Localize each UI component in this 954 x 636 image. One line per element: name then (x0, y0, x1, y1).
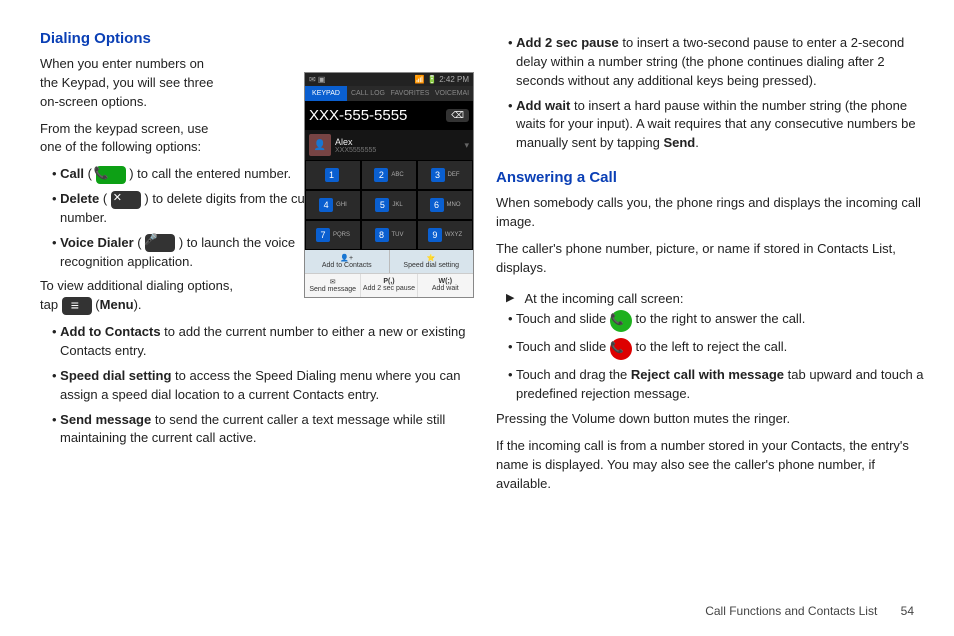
avatar: 👤 (309, 134, 331, 156)
status-bar: ✉ ▣ 📶 🔋 2:42 PM (305, 73, 473, 86)
step-answer: Touch and slide 📞 to the right to answer… (508, 310, 924, 332)
paren: ). (134, 297, 142, 312)
btn-add-contacts[interactable]: 👤+Add to Contacts (305, 250, 390, 273)
caret-icon[interactable]: ▾ (464, 140, 469, 151)
footer-page-number: 54 (901, 604, 914, 618)
backspace-icon[interactable]: ⌫ (446, 109, 469, 122)
text: Touch and slide (516, 339, 610, 354)
key-9[interactable]: 9WXYZ (417, 220, 473, 250)
label-voice-dialer: Voice Dialer (60, 235, 133, 250)
answer-para-4: If the incoming call is from a number st… (496, 437, 924, 494)
answer-para-1: When somebody calls you, the phone rings… (496, 194, 924, 232)
menu-send-message[interactable]: ✉Send message (305, 274, 361, 297)
tab-favorites[interactable]: FAVORITES (389, 86, 431, 101)
contact-suggestion[interactable]: 👤 AlexXXX5555555 ▾ (305, 130, 473, 160)
number-display: XXX-555-5555 ⌫ (305, 101, 473, 130)
label-delete: Delete (60, 191, 99, 206)
btn-speed-dial[interactable]: ⭐Speed dial setting (390, 250, 474, 273)
label: Send message (60, 412, 151, 427)
phone-tabs: KEYPAD CALL LOG FAVORITES VOICEMAI (305, 86, 473, 101)
voice-dialer-icon (145, 234, 175, 252)
key-3[interactable]: 3DEF (417, 160, 473, 190)
answer-call-icon: 📞 (610, 310, 632, 332)
text: At the incoming call screen: (524, 291, 683, 306)
key-2[interactable]: 2ABC (361, 160, 417, 190)
tab-keypad[interactable]: KEYPAD (305, 86, 347, 101)
additional-options-para: To view additional dialing options, tap … (40, 277, 240, 315)
label-menu: Menu (100, 297, 134, 312)
label: Add wait (516, 98, 570, 113)
text: ) to call the entered number. (126, 166, 291, 181)
footer-section: Call Functions and Contacts List (705, 604, 877, 618)
delete-icon (111, 191, 141, 209)
intro-para-1: When you enter numbers on the Keypad, yo… (40, 55, 220, 112)
label-send: Send (663, 135, 695, 150)
label: Add 2 sec pause (516, 35, 619, 50)
option-add-wait: Add wait to insert a hard pause within t… (508, 97, 924, 154)
call-icon (96, 166, 126, 184)
status-left: ✉ ▣ (309, 75, 325, 84)
period: . (695, 135, 699, 150)
menu-add-wait[interactable]: W(;)Add wait (418, 274, 473, 297)
keypad: 12ABC3DEF 4GHI5JKL6MNO 7PQRS8TUV9WXYZ (305, 160, 473, 250)
key-7[interactable]: 7PQRS (305, 220, 361, 250)
tab-voicemail[interactable]: VOICEMAI (431, 86, 473, 101)
option-add-contacts: Add to Contacts to add the current numbe… (52, 323, 468, 361)
menu-icon (62, 297, 92, 315)
contact-name: AlexXXX5555555 (335, 137, 460, 154)
heading-answering-call: Answering a Call (496, 169, 924, 186)
paren: ( (99, 191, 111, 206)
page-footer: Call Functions and Contacts List 54 (705, 604, 914, 618)
step-intro: ▶ At the incoming call screen: (506, 291, 924, 306)
option-speed-dial: Speed dial setting to access the Speed D… (52, 367, 468, 405)
answer-para-2: The caller's phone number, picture, or n… (496, 240, 924, 278)
option-delete: Delete ( ) to delete digits from the cur… (52, 190, 340, 228)
option-send-message: Send message to send the current caller … (52, 411, 468, 449)
label-call: Call (60, 166, 84, 181)
label: Add to Contacts (60, 324, 160, 339)
step-reject-message: Touch and drag the Reject call with mess… (508, 366, 924, 404)
text: to the right to answer the call. (632, 311, 805, 326)
label: Speed dial setting (60, 368, 171, 383)
status-right: 📶 🔋 2:42 PM (415, 75, 469, 84)
text: Touch and slide (516, 311, 610, 326)
dialed-number: XXX-555-5555 (309, 107, 407, 124)
intro-para-2: From the keypad screen, use one of the f… (40, 120, 220, 158)
key-1[interactable]: 1 (305, 160, 361, 190)
text: to insert a hard pause within the number… (516, 98, 916, 151)
key-8[interactable]: 8TUV (361, 220, 417, 250)
text: to the left to reject the call. (632, 339, 787, 354)
key-5[interactable]: 5JKL (361, 190, 417, 220)
answer-para-3: Pressing the Volume down button mutes th… (496, 410, 924, 429)
key-4[interactable]: 4GHI (305, 190, 361, 220)
tab-call-log[interactable]: CALL LOG (347, 86, 389, 101)
paren: ( (92, 297, 100, 312)
phone-screenshot: ✉ ▣ 📶 🔋 2:42 PM KEYPAD CALL LOG FAVORITE… (304, 72, 474, 298)
reject-call-icon: 📞 (610, 338, 632, 360)
step-reject: Touch and slide 📞 to the left to reject … (508, 338, 924, 360)
arrow-icon: ▶ (506, 291, 514, 304)
key-6[interactable]: 6MNO (417, 190, 473, 220)
option-add-2sec-pause: Add 2 sec pause to insert a two-second p… (508, 34, 924, 91)
option-call: Call ( ) to call the entered number. (52, 165, 340, 184)
label: Reject call with message (631, 367, 784, 382)
option-voice-dialer: Voice Dialer ( ) to launch the voice rec… (52, 234, 340, 272)
contact-number: XXX5555555 (335, 147, 460, 154)
menu-add-pause[interactable]: P(,)Add 2 sec pause (361, 274, 417, 297)
heading-dialing-options: Dialing Options (40, 30, 468, 47)
text: Touch and drag the (516, 367, 631, 382)
